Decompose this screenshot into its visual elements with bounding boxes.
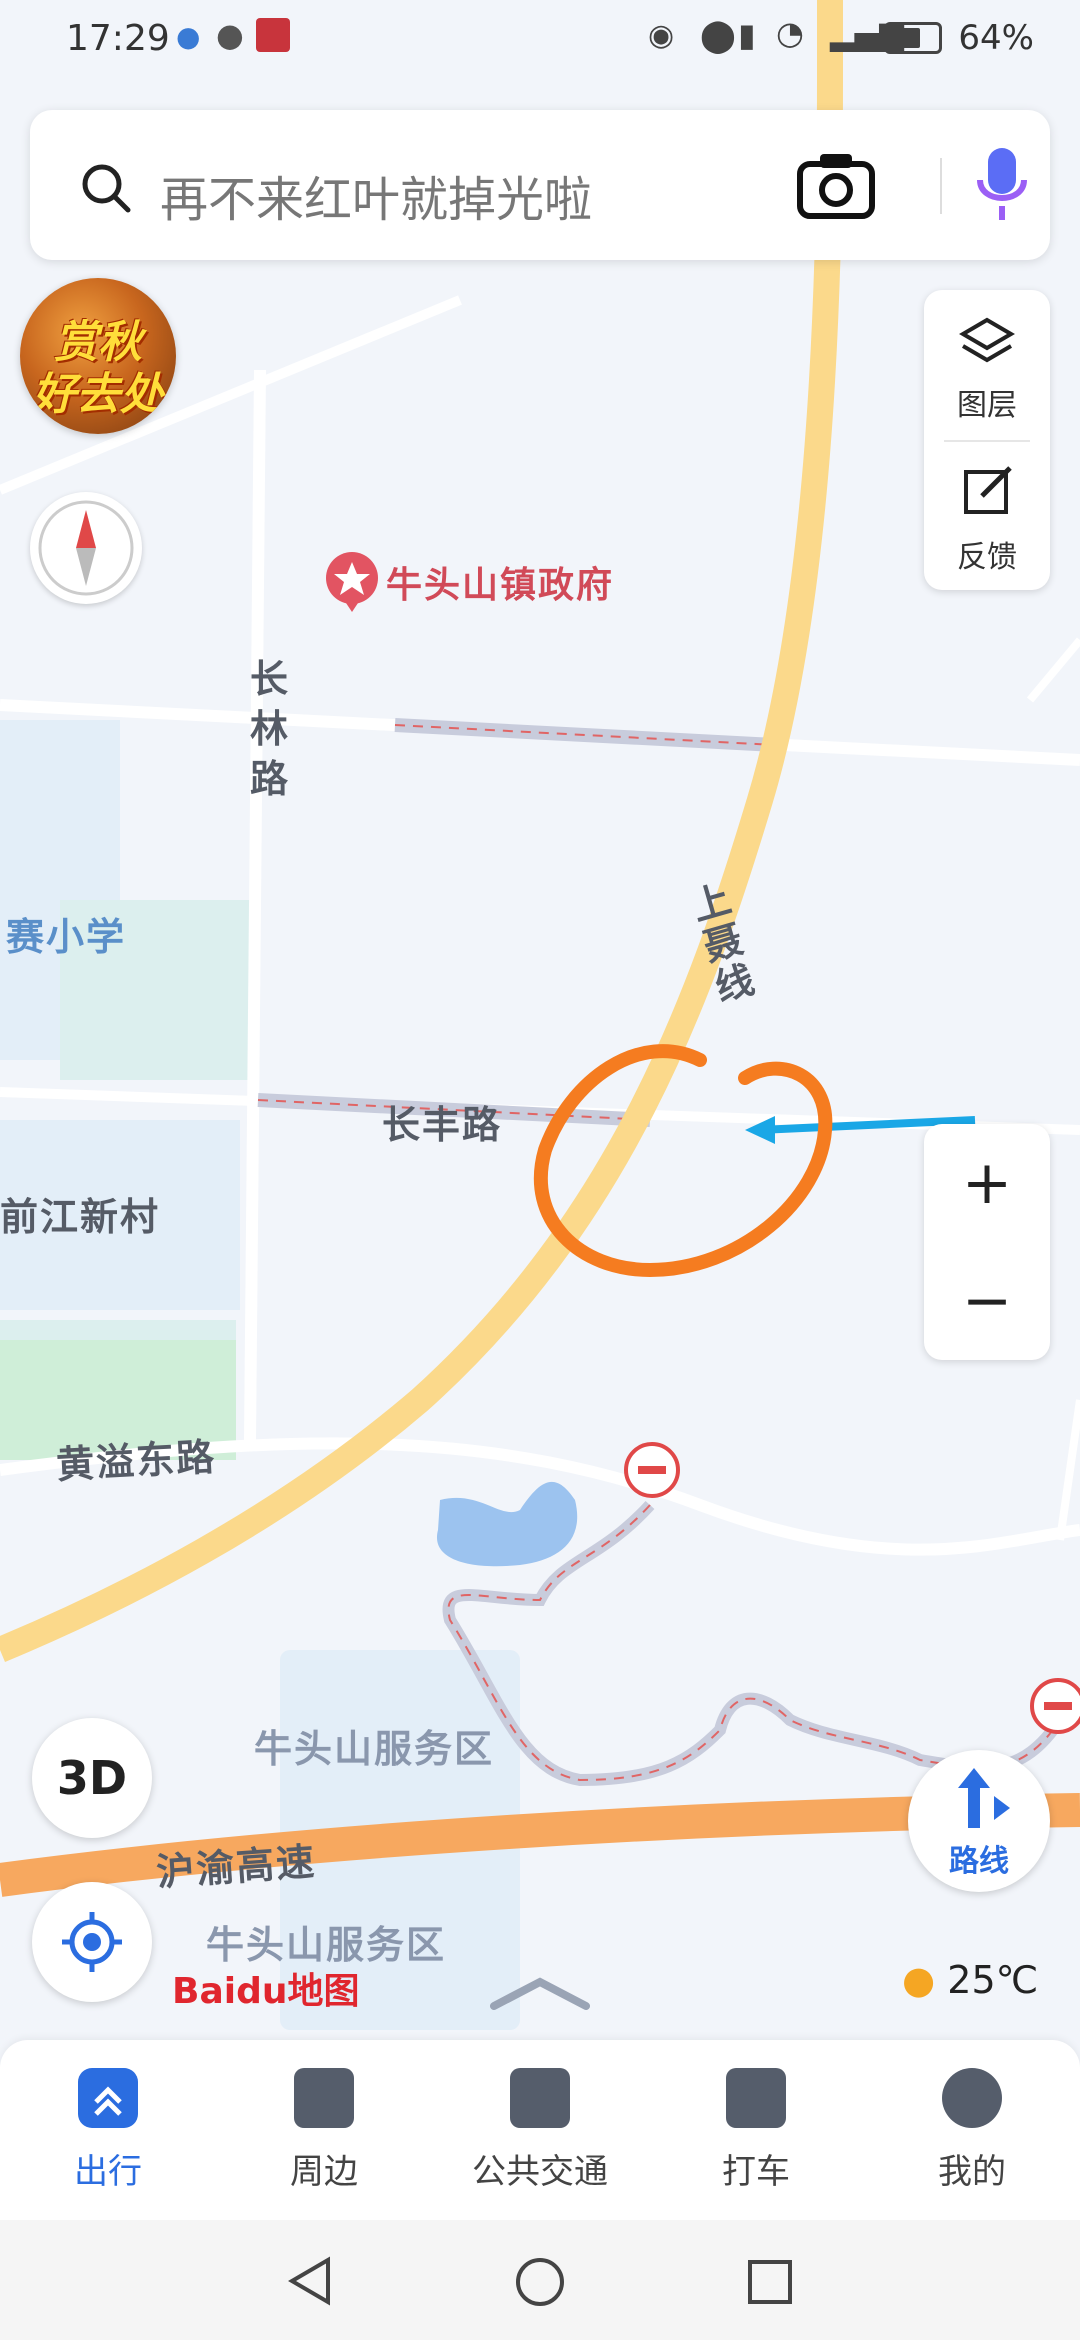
autumn-promo-badge[interactable]: 赏秋 好去处 <box>20 278 176 434</box>
camera-icon[interactable] <box>796 148 876 220</box>
search-input[interactable]: 再不来红叶就掉光啦 <box>160 160 592 230</box>
location-icon: ⬤ <box>700 16 736 54</box>
sun-icon: ● <box>902 1958 936 2002</box>
feedback-button[interactable]: 反馈 <box>924 440 1050 590</box>
compass-icon <box>38 500 134 596</box>
drawer-handle-icon[interactable] <box>490 1976 590 2012</box>
route-button[interactable]: 路线 <box>908 1750 1050 1892</box>
nav-item-public-transit[interactable]: 公共交通 <box>432 2040 648 2220</box>
temperature: 25℃ <box>947 1958 1039 2002</box>
message-icon: ● <box>216 16 244 54</box>
weather-widget[interactable]: ● 25℃ <box>902 1958 1038 2002</box>
road-label-hu-yu-expressway: 沪渝高速 <box>154 1839 318 1895</box>
nav-item-nearby[interactable]: 周边 <box>216 2040 432 2220</box>
app-notification-icon <box>256 18 290 52</box>
place-label-village[interactable]: 前江新村 <box>0 1186 160 1241</box>
nav-item-travel[interactable]: 出行 <box>0 2040 216 2220</box>
place-label-school[interactable]: 赛小学 <box>6 906 126 961</box>
microphone-status-icon: ▮ <box>738 16 756 54</box>
layers-icon <box>959 317 1015 363</box>
home-icon[interactable] <box>514 2256 566 2308</box>
place-label-service-area[interactable]: 牛头山服务区 <box>206 1914 446 1969</box>
shopping-bag-icon <box>294 2068 354 2128</box>
nav-item-taxi[interactable]: 打车 <box>648 2040 864 2220</box>
route-arrow-icon <box>958 1768 1010 1828</box>
nav-item-mine[interactable]: 我的 <box>864 2040 1080 2220</box>
bus-icon <box>510 2068 570 2128</box>
route-label: 路线 <box>949 1844 1009 1879</box>
search-icon <box>82 164 131 213</box>
road-label-huangyi: 黄溢东路 <box>55 1434 218 1488</box>
profile-icon <box>942 2068 1002 2128</box>
locate-button[interactable] <box>32 1882 152 2002</box>
zoom-control: + − <box>924 1124 1050 1360</box>
nav-label: 出行 <box>74 2152 142 2192</box>
recents-icon[interactable] <box>746 2258 794 2306</box>
road-closure-icon[interactable] <box>624 1442 680 1498</box>
zoom-in-button[interactable]: + <box>924 1124 1050 1242</box>
battery-percent: 64% <box>958 18 1034 58</box>
road-closure-icon[interactable] <box>1030 1678 1080 1734</box>
poi-label[interactable]: 牛头山镇政府 <box>386 556 614 608</box>
road-label-changlin: 长林路 <box>250 657 291 801</box>
map-tools-panel: 图层 反馈 <box>924 290 1050 590</box>
feedback-edit-icon <box>964 466 1012 514</box>
system-navigation-bar <box>0 2220 1080 2340</box>
battery-icon <box>884 22 942 54</box>
status-time: 17:29 <box>66 18 170 59</box>
feedback-label: 反馈 <box>957 540 1017 575</box>
nav-label: 我的 <box>938 2152 1006 2192</box>
compass-button[interactable] <box>30 492 142 604</box>
place-label-service-area[interactable]: 牛头山服务区 <box>254 1718 494 1773</box>
nav-label: 公共交通 <box>472 2152 608 2192</box>
divider <box>940 158 942 214</box>
eye-icon: ◉ <box>648 18 675 53</box>
badge-line-2: 好去处 <box>32 369 164 420</box>
baidu-map-logo: Baidu地图 <box>172 1971 360 2012</box>
locate-icon <box>62 1912 122 1972</box>
3d-toggle-button[interactable]: 3D <box>32 1718 152 1838</box>
taxi-icon <box>726 2068 786 2128</box>
wifi-icon: ◔ <box>776 14 804 52</box>
zoom-out-button[interactable]: − <box>924 1242 1050 1360</box>
bottom-navigation: 出行 周边 公共交通 打车 我的 <box>0 2040 1080 2220</box>
layers-button[interactable]: 图层 <box>924 290 1050 440</box>
nav-label: 周边 <box>290 2152 358 2192</box>
nav-label: 打车 <box>722 2152 790 2192</box>
road-label-changfeng: 长丰路 <box>382 1103 503 1147</box>
layers-label: 图层 <box>957 388 1017 423</box>
search-bar[interactable]: 再不来红叶就掉光啦 <box>30 110 1050 260</box>
back-icon[interactable] <box>286 2256 334 2306</box>
status-bar: 17:29 ● ● ◉ ⬤ ▮ ◔ ▂▄▆ 64% <box>0 0 1080 78</box>
voice-search-icon[interactable] <box>976 146 1028 226</box>
globe-icon: ● <box>176 20 201 53</box>
travel-icon <box>78 2068 138 2128</box>
